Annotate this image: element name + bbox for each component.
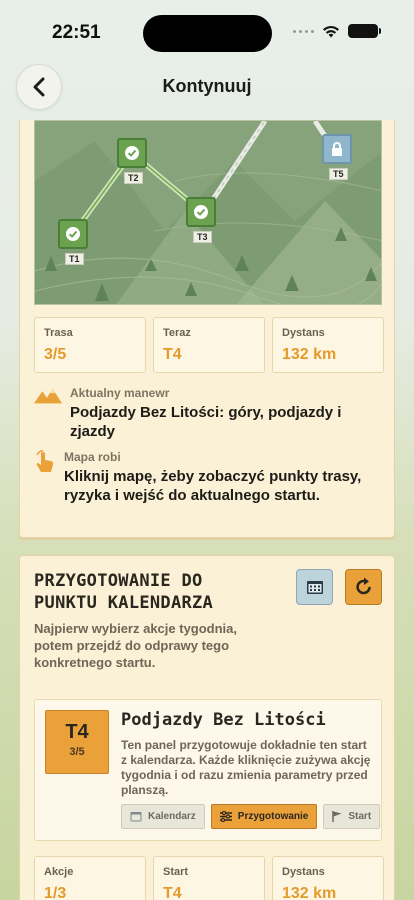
stat-label: Akcje [44,866,74,878]
hint-label: Mapa robi [64,450,121,464]
stat-value: 132 km [282,346,337,363]
status-time: 22:51 [52,22,101,43]
stat-label: Dystans [282,866,325,878]
stat-current: Teraz T4 [153,317,265,373]
chip-label: Start [348,811,372,822]
map-node-t5-label: T5 [329,168,348,180]
map-node-t1[interactable] [58,219,88,249]
stat-actions: Akcje 1/3 [34,856,146,900]
battery-icon [348,24,381,38]
route-map[interactable]: T1 T2 T3 T5 [34,120,382,305]
check-icon [194,205,208,219]
chip-label: Przygotowanie [237,811,309,822]
section-title: PRZYGOTOWANIE DO PUNKTU KALENDARZA [34,571,214,613]
stage-progress: 3/5 [69,746,85,758]
route-stats: Trasa 3/5 Teraz T4 Dystans 132 km [34,317,384,373]
stat-start: Start T4 [153,856,265,900]
current-maneuver: Aktualny manewr Podjazdy Bez Litości: gó… [34,386,384,441]
flag-icon [332,811,342,822]
stage-badge: T4 3/5 [45,710,109,774]
refresh-button[interactable] [345,569,382,605]
map-node-t2[interactable] [117,138,147,168]
stat-value: 3/5 [44,346,67,363]
stat-value: 132 km [282,885,337,900]
stat-value: T4 [163,346,182,363]
calendar-icon [130,812,142,822]
stat-route: Trasa 3/5 [34,317,146,373]
stat-distance: Dystans 132 km [272,856,384,900]
step-preparation-chip[interactable]: Przygotowanie [210,804,318,829]
status-bar: 22:51 [0,0,414,60]
stage-panel: T4 3/5 Podjazdy Bez Litości Ten panel pr… [34,699,382,841]
route-card: T1 T2 T3 T5 Trasa 3/5 Teraz T4 Dystans 1… [19,120,395,538]
maneuver-label: Aktualny manewr [70,386,170,400]
step-start-chip[interactable]: Start [323,804,381,829]
preparation-card: PRZYGOTOWANIE DO PUNKTU KALENDARZA Najpi… [19,555,395,900]
stat-label: Trasa [44,327,73,339]
stage-steps: Kalendarz Przygotowanie Start [121,804,381,829]
map-node-t5[interactable] [322,134,352,164]
stage-description: Ten panel przygotowuje dokładnie ten sta… [121,738,371,797]
stage-code: T4 [65,721,89,743]
step-calendar-chip[interactable]: Kalendarz [121,804,205,829]
sliders-icon [219,811,232,822]
maneuver-text: Podjazdy Bez Litości: góry, podjazdy i z… [70,404,342,440]
stat-distance: Dystans 132 km [272,317,384,373]
map-node-t3[interactable] [186,197,216,227]
stat-label: Teraz [163,327,191,339]
map-hint: Mapa robi Kliknij mapę, żeby zobaczyć pu… [34,450,384,505]
stat-value: 1/3 [44,885,67,900]
tap-hand-icon [36,450,54,472]
refresh-icon [355,577,371,595]
status-icons [293,24,381,38]
chip-label: Kalendarz [148,811,196,822]
check-icon [125,146,139,160]
lock-icon [332,142,342,156]
stat-value: T4 [163,885,182,900]
wifi-icon [323,25,339,37]
check-icon [66,227,80,241]
stage-name: Podjazdy Bez Litości [121,710,326,730]
page-title: Kontynuuj [162,76,252,96]
calendar-icon [306,581,323,594]
stat-label: Dystans [282,327,325,339]
stat-label: Start [163,866,189,878]
section-description: Najpierw wybierz akcje tygodnia, potem p… [34,621,238,670]
prep-stats: Akcje 1/3 Start T4 Dystans 132 km [34,856,384,900]
map-node-t3-label: T3 [193,231,212,243]
hint-text: Kliknij mapę, żeby zobaczyć punkty trasy… [64,468,362,504]
mountains-icon [34,388,62,404]
signal-icon [293,29,314,33]
dynamic-island [143,15,272,52]
calendar-button[interactable] [296,569,333,605]
map-node-t2-label: T2 [124,172,143,184]
map-node-t1-label: T1 [65,253,84,265]
